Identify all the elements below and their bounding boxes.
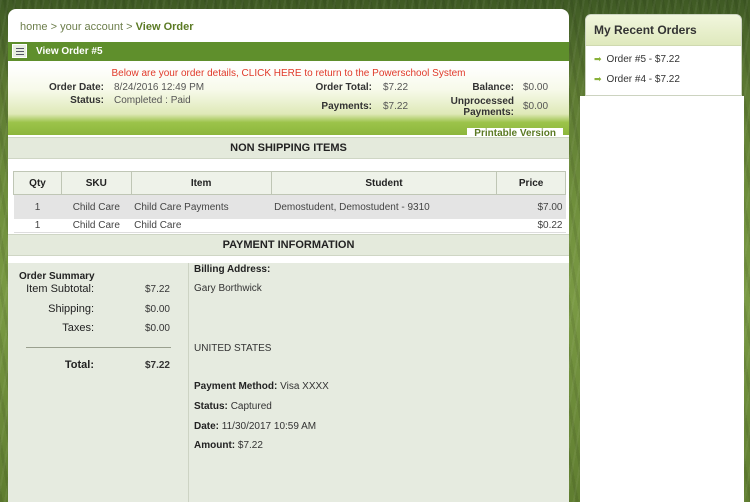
unprocessed-payments-label: Unprocessed Payments: <box>450 96 514 118</box>
balance-value: $0.00 <box>523 82 549 93</box>
table-cell: 1 <box>13 194 62 219</box>
payment-amount: Amount: $7.22 <box>194 440 263 451</box>
table-cell <box>271 219 497 233</box>
taxes-value: $0.00 <box>144 323 170 334</box>
item-subtotal-label: Item Subtotal: <box>26 283 94 295</box>
unprocessed-payments-value: $0.00 <box>523 101 549 112</box>
table-cell: 1 <box>13 219 62 233</box>
order-total-label: Order Total: <box>315 82 372 93</box>
table-cell: Child Care <box>131 219 272 233</box>
arrow-right-icon: ➡ <box>594 54 602 64</box>
page-title-bar: View Order #5 <box>8 42 569 61</box>
table-cell: $7.00 <box>496 194 566 219</box>
table-row: 1 Child Care Child Care Payments Demostu… <box>13 194 566 219</box>
column-header: Price <box>496 171 566 195</box>
billing-country: UNITED STATES <box>194 343 272 354</box>
column-header: SKU <box>61 171 132 195</box>
breadcrumb-home-link[interactable]: home <box>20 21 48 33</box>
order-status-value: Completed : Paid <box>114 95 191 106</box>
table-cell: $0.22 <box>496 219 566 233</box>
column-header: Qty <box>12 171 63 195</box>
shipping-value: $0.00 <box>144 304 170 315</box>
column-header: Student <box>270 171 498 195</box>
payments-label: Payments: <box>321 101 372 112</box>
recent-order-link[interactable]: ➡ Order #4 - $7.22 <box>594 74 680 85</box>
order-document-icon <box>12 44 27 58</box>
order-summary-title: Order Summary <box>19 271 95 282</box>
table-cell: Demostudent, Demostudent - 9310 <box>271 194 497 219</box>
non-shipping-items-table: Qty SKU Item Student Price 1 Child Care … <box>12 171 566 233</box>
order-details-box: Below are your order details, CLICK HERE… <box>8 65 569 139</box>
order-status-label: Status: <box>70 95 104 106</box>
shipping-label: Shipping: <box>48 303 94 315</box>
breadcrumb-separator: > <box>50 21 58 33</box>
table-cell: Child Care <box>61 219 132 233</box>
page-title: View Order #5 <box>36 46 103 57</box>
balance-label: Balance: <box>472 82 514 93</box>
total-value: $7.22 <box>144 360 170 371</box>
column-header: Item <box>130 171 272 195</box>
billing-address-label: Billing Address: <box>194 264 271 275</box>
breadcrumb-current: View Order <box>135 21 194 33</box>
recent-orders-title: My Recent Orders <box>586 15 741 46</box>
table-cell: Child Care Payments <box>131 194 272 219</box>
payment-information-heading: PAYMENT INFORMATION <box>8 234 569 256</box>
breadcrumb-account-link[interactable]: your account <box>60 21 123 33</box>
order-date-value: 8/24/2016 12:49 PM <box>114 82 205 93</box>
taxes-label: Taxes: <box>62 322 94 334</box>
return-notice-link[interactable]: Below are your order details, CLICK HERE… <box>8 68 569 79</box>
summary-divider <box>26 347 171 348</box>
order-total-value: $7.22 <box>383 82 409 93</box>
table-cell: Child Care <box>61 194 132 219</box>
total-label: Total: <box>64 359 94 371</box>
item-subtotal-value: $7.22 <box>144 284 170 295</box>
breadcrumb-separator: > <box>126 21 133 33</box>
payments-value: $7.22 <box>383 101 409 112</box>
order-date-label: Order Date: <box>48 82 104 93</box>
recent-order-link[interactable]: ➡ Order #5 - $7.22 <box>594 54 680 65</box>
payment-status: Status: Captured <box>194 401 272 412</box>
payment-date: Date: 11/30/2017 10:59 AM <box>194 421 317 432</box>
breadcrumb: home > your account > View Order <box>20 21 194 33</box>
recent-orders-panel: My Recent Orders ➡ Order #5 - $7.22 ➡ Orde… <box>585 14 742 96</box>
billing-name: Gary Borthwick <box>194 283 262 294</box>
payment-divider <box>188 263 189 502</box>
main-panel: home > your account > View Order View Or… <box>8 9 569 502</box>
payment-method: Payment Method: Visa XXXX <box>194 381 329 392</box>
arrow-right-icon: ➡ <box>594 74 602 84</box>
table-row: 1 Child Care Child Care $0.22 <box>13 219 566 233</box>
sidebar-column <box>580 96 744 502</box>
non-shipping-heading: NON SHIPPING ITEMS <box>8 137 569 159</box>
